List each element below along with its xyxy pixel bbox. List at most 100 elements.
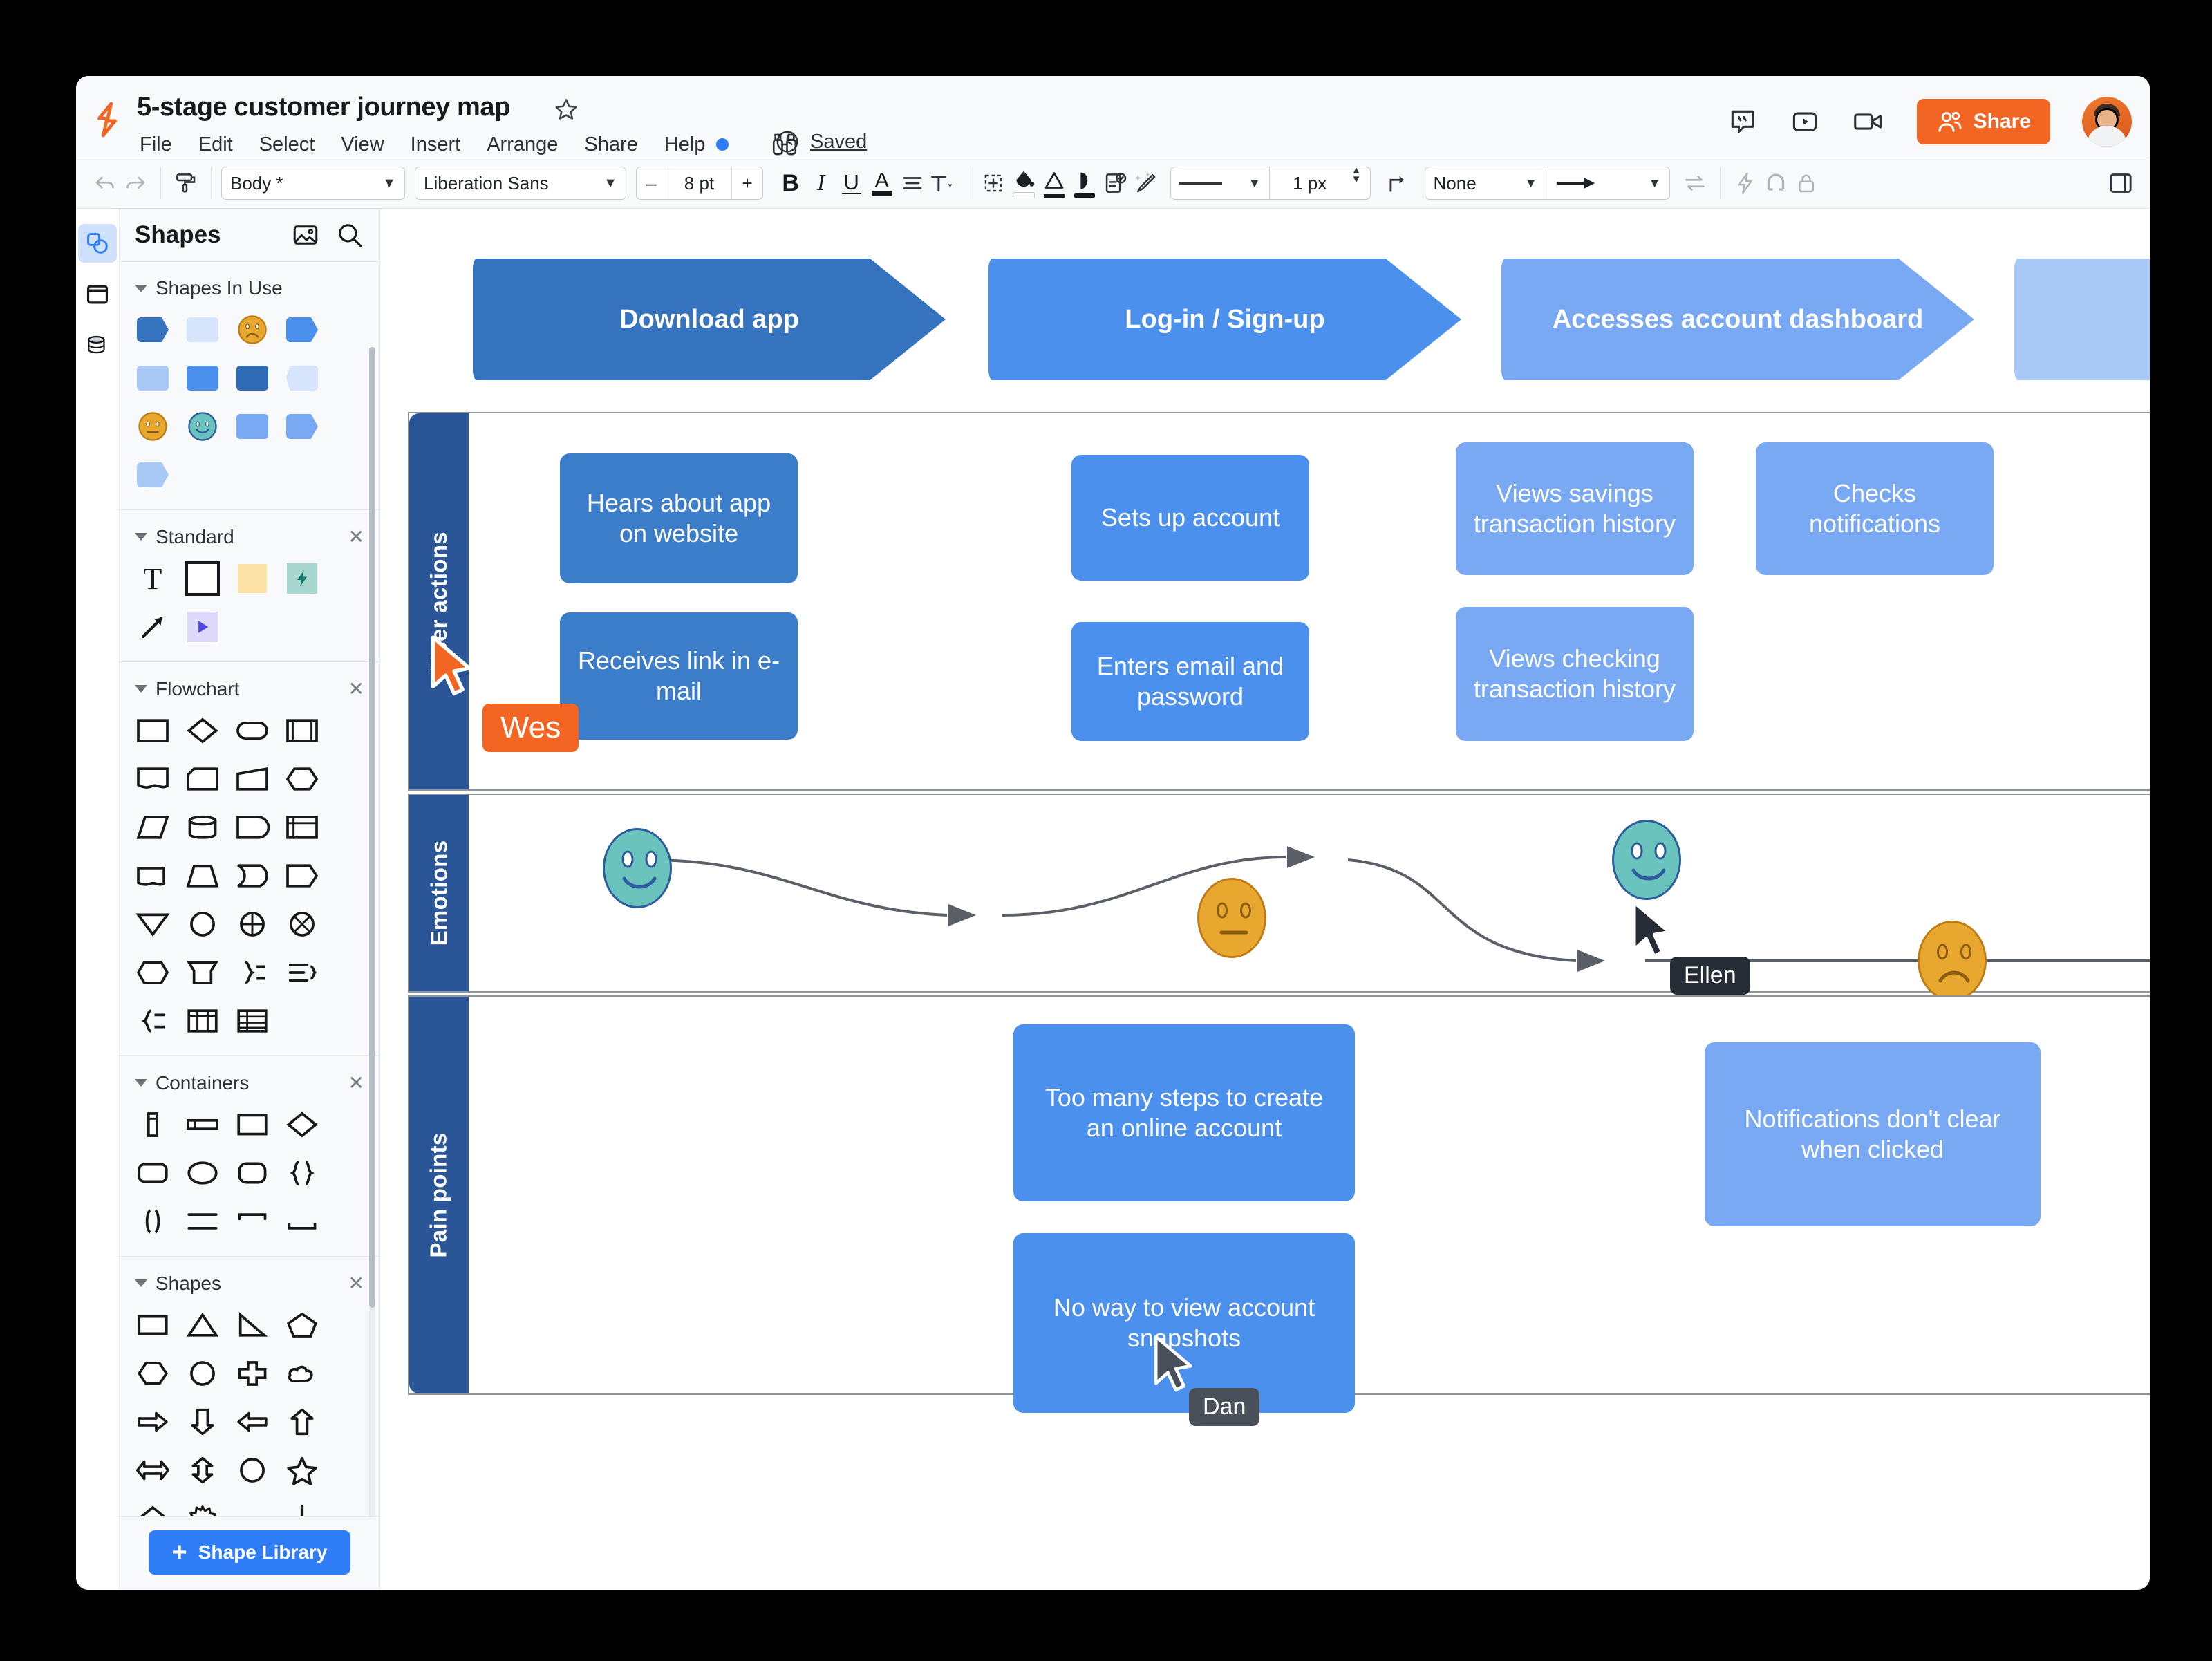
chevron-down-icon[interactable] (135, 685, 147, 693)
multi-document-icon[interactable] (135, 858, 171, 894)
section-header[interactable]: Shapes ✕ (135, 1272, 364, 1295)
chevron-down-icon[interactable] (135, 1079, 147, 1087)
card-pain-point[interactable]: Notifications don't clear when clicked (1705, 1042, 2041, 1226)
font-size-increase[interactable]: + (732, 167, 762, 199)
card-user-action[interactable]: Enters email and password (1071, 622, 1309, 741)
menu-item-select[interactable]: Select (259, 133, 315, 156)
text-icon[interactable]: T (135, 561, 171, 597)
line-width-value[interactable]: 1 px (1270, 167, 1350, 199)
section-header[interactable]: Containers ✕ (135, 1071, 364, 1094)
card-user-action[interactable]: Sets up account (1071, 455, 1309, 581)
oval-icon[interactable] (234, 1452, 270, 1488)
horizontal-container-icon[interactable] (185, 1107, 221, 1143)
play-icon[interactable] (185, 609, 221, 645)
rectangle-icon[interactable] (135, 1307, 171, 1343)
menu-item-edit[interactable]: Edit (198, 133, 233, 156)
canvas[interactable]: Download app Log-in / Sign-up Accesses a… (380, 209, 2150, 1590)
section-header[interactable]: Standard ✕ (135, 525, 364, 548)
diamond-container-icon[interactable] (284, 1107, 320, 1143)
share-button[interactable]: Share (1916, 99, 2050, 144)
line-width-arrows[interactable]: ▲ ▼ (1350, 165, 1370, 199)
brace-pair-icon[interactable] (284, 1155, 320, 1191)
magic-icon[interactable] (1130, 168, 1161, 198)
right-panel-icon[interactable] (2106, 168, 2136, 198)
display-icon[interactable] (284, 858, 320, 894)
hexagon-icon[interactable] (135, 1355, 171, 1391)
card-icon[interactable] (185, 761, 221, 797)
shape-library-button[interactable]: + Shape Library (148, 1530, 351, 1575)
connector-icon[interactable] (1383, 168, 1414, 198)
summing-junction-icon[interactable] (234, 906, 270, 942)
sidebar-item-canvas-tool[interactable] (78, 275, 117, 314)
menu-item-arrange[interactable]: Arrange (487, 133, 558, 156)
circle-icon[interactable] (185, 1355, 221, 1391)
bracket-pair-icon[interactable] (135, 1203, 171, 1239)
align-icon[interactable] (897, 168, 928, 198)
brace-top-icon[interactable] (234, 1203, 270, 1239)
comment-icon[interactable] (1727, 106, 1758, 137)
section-header[interactable]: Flowchart ✕ (135, 677, 364, 700)
star-icon[interactable] (284, 1452, 320, 1488)
bold-icon[interactable]: B (776, 168, 806, 198)
lane-header-user-actions[interactable]: User actions (409, 413, 469, 789)
shape-swatch-face-happy[interactable] (185, 409, 221, 444)
emotion-face-happy[interactable] (1612, 820, 1681, 900)
rectangle-container-icon[interactable] (234, 1107, 270, 1143)
shape-swatch[interactable] (284, 312, 320, 348)
square-icon[interactable] (185, 561, 221, 597)
card-pain-point[interactable]: Too many steps to create an online accou… (1013, 1024, 1355, 1201)
redo-icon[interactable] (120, 168, 151, 198)
stored-data-icon[interactable] (234, 858, 270, 894)
collate-icon[interactable] (284, 955, 320, 991)
database-icon[interactable] (185, 809, 221, 845)
up-arrow-icon[interactable] (284, 1404, 320, 1440)
card-user-action[interactable]: Views savings transaction history (1456, 442, 1694, 575)
menu-item-share[interactable]: Share (584, 133, 637, 156)
section-header[interactable]: Shapes In Use (135, 277, 364, 299)
merge-icon[interactable] (185, 955, 221, 991)
line-width-stepper[interactable]: 1 px ▲ ▼ (1268, 165, 1371, 200)
menu-item-view[interactable]: View (341, 133, 384, 156)
lightning-icon[interactable] (1730, 168, 1761, 198)
undo-icon[interactable] (90, 168, 120, 198)
format-painter-icon[interactable] (171, 168, 201, 198)
right-arrow-icon[interactable] (135, 1404, 171, 1440)
text-style-select[interactable]: Body * ▼ (221, 167, 405, 200)
fill-color-icon[interactable] (1009, 168, 1039, 198)
lock-icon[interactable] (1791, 168, 1821, 198)
card-user-action[interactable]: Views checking transaction history (1456, 607, 1694, 741)
lane-header-pain-points[interactable]: Pain points (409, 997, 469, 1393)
line-pattern-select[interactable]: ▼ (1170, 167, 1269, 200)
shape-swatch[interactable] (135, 360, 171, 396)
menu-item-help[interactable]: Help (664, 133, 706, 156)
rounded-rect-icon[interactable] (234, 1155, 270, 1191)
circle-icon[interactable] (185, 906, 221, 942)
stage-header-3[interactable] (2014, 259, 2150, 380)
arrow-icon[interactable] (135, 609, 171, 645)
emotion-face-neutral[interactable] (1197, 878, 1266, 958)
font-family-select[interactable]: Liberation Sans ▼ (415, 167, 626, 200)
terminator-icon[interactable] (234, 713, 270, 749)
bracket-right-icon[interactable] (234, 955, 270, 991)
shape-options-icon[interactable] (1100, 168, 1130, 198)
shape-swatch[interactable] (234, 409, 270, 444)
saved-status[interactable]: Saved (774, 129, 867, 155)
lucid-logo-icon[interactable] (91, 101, 123, 138)
menu-item-file[interactable]: File (140, 133, 172, 156)
process-icon[interactable] (135, 713, 171, 749)
position-icon[interactable] (978, 168, 1009, 198)
shape-swatch[interactable] (135, 312, 171, 348)
shape-swatch[interactable] (234, 360, 270, 396)
parallelogram-icon[interactable] (135, 809, 171, 845)
vertical-container-icon[interactable] (135, 1107, 171, 1143)
internal-storage-icon[interactable] (284, 809, 320, 845)
triangle-icon[interactable] (185, 1307, 221, 1343)
cross-icon[interactable] (234, 1355, 270, 1391)
chevron-down-icon[interactable] (135, 284, 147, 292)
ellipse-container-icon[interactable] (185, 1155, 221, 1191)
note-icon[interactable] (234, 561, 270, 597)
emotion-face-sad[interactable] (1918, 921, 1987, 1001)
font-size-value[interactable]: 8 pt (666, 167, 733, 199)
hexagon-icon[interactable] (284, 761, 320, 797)
document-icon[interactable] (135, 761, 171, 797)
